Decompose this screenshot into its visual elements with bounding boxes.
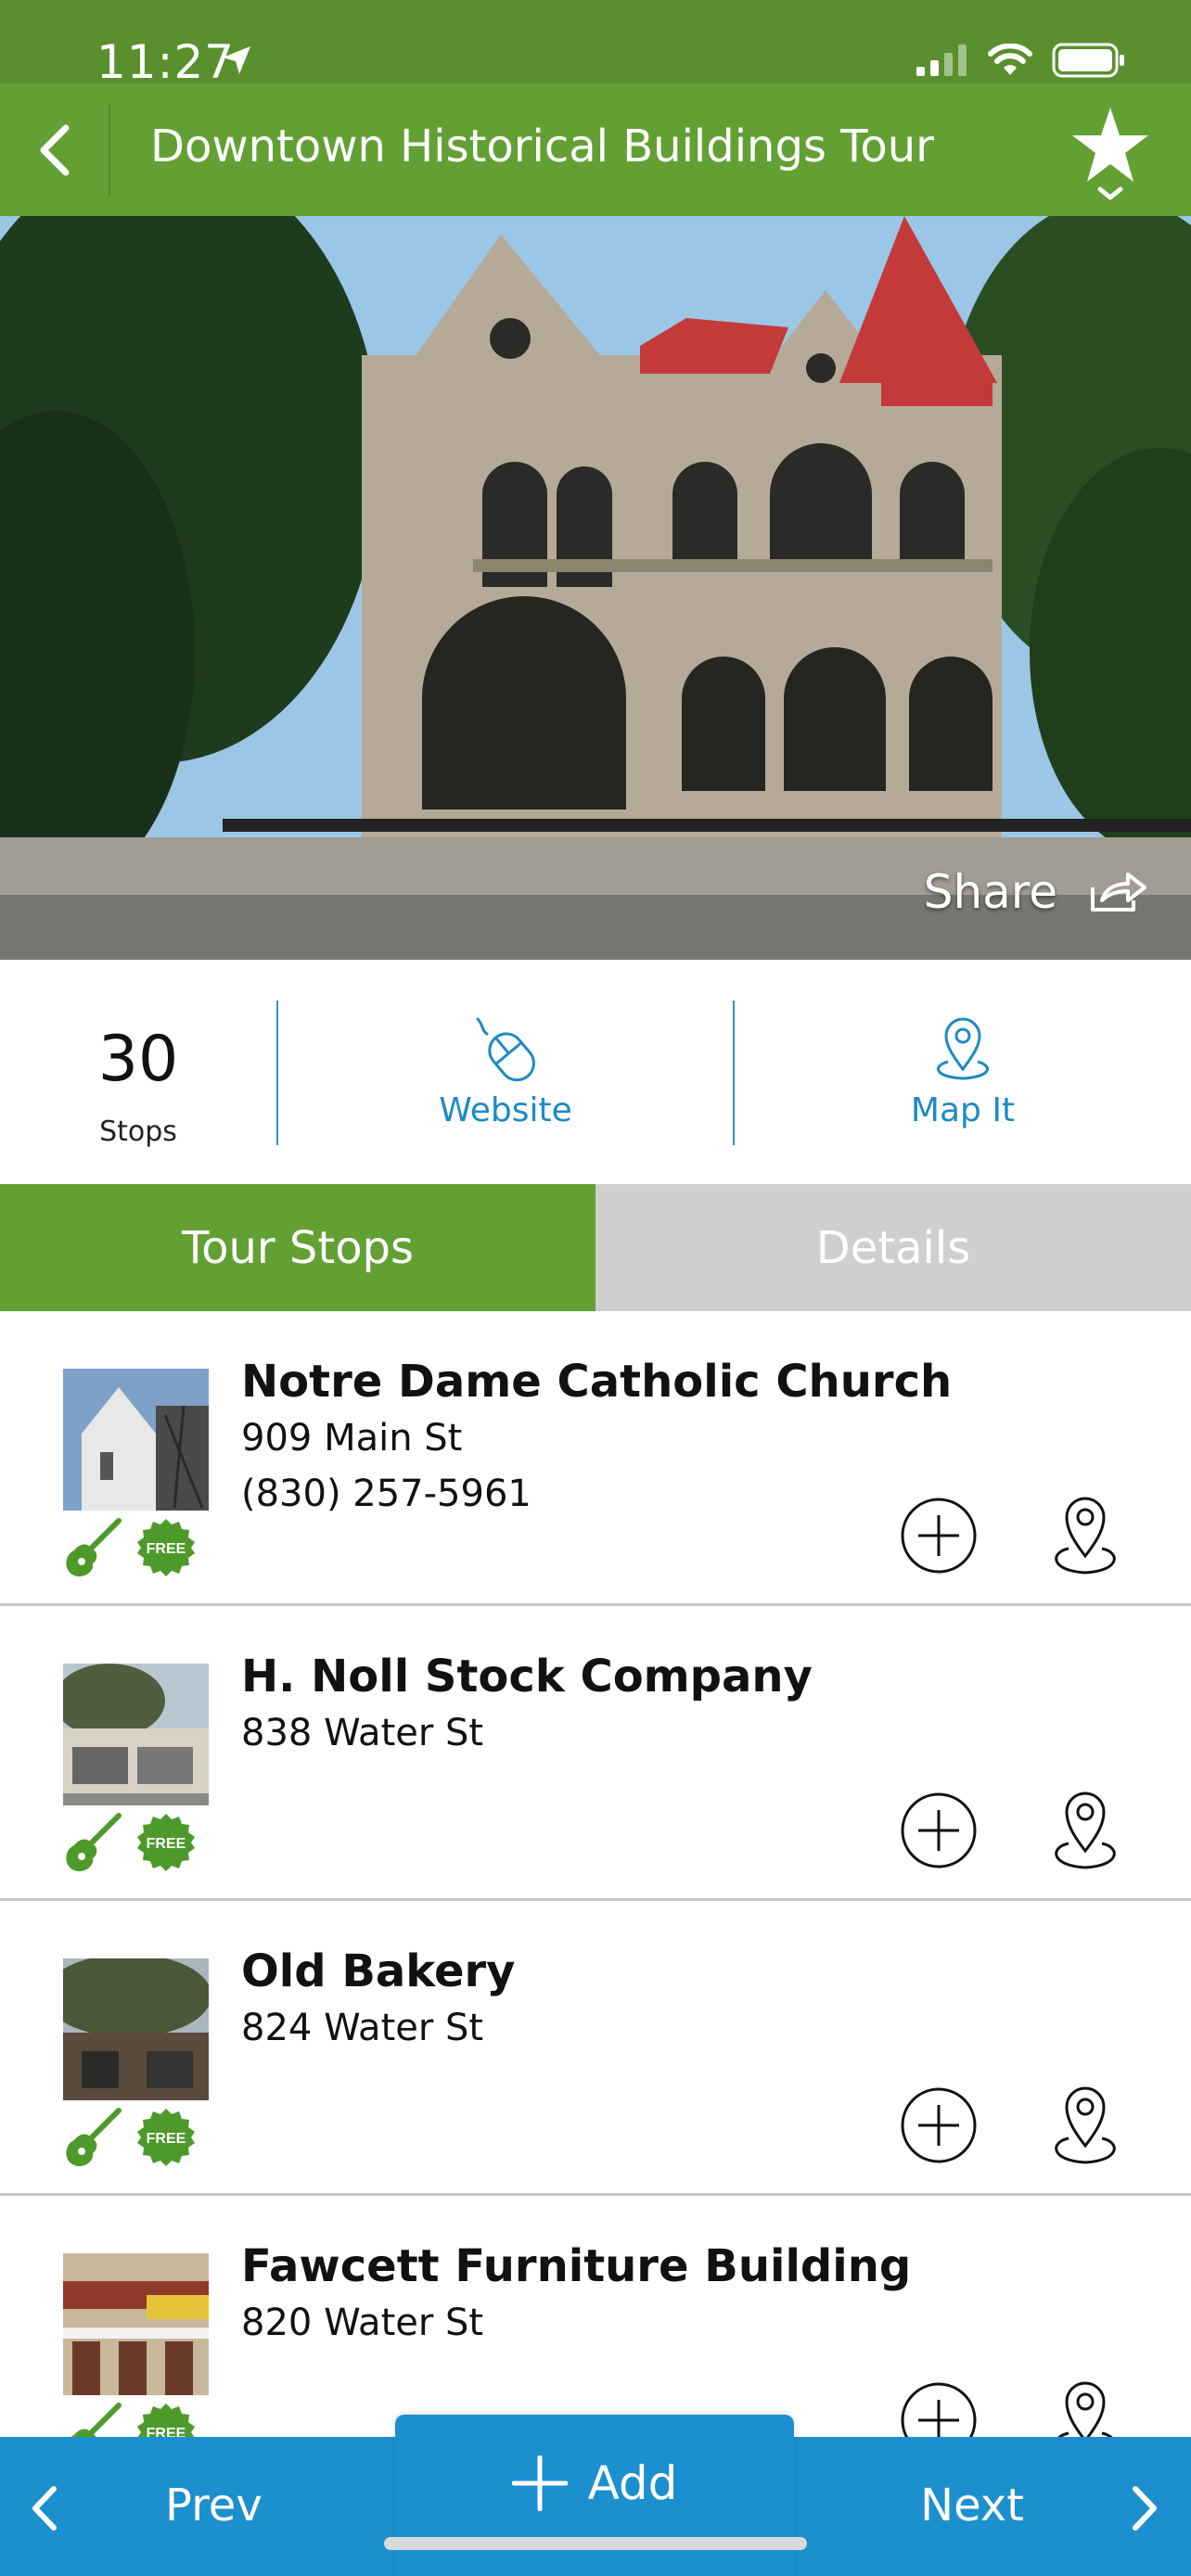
website-label: Website <box>439 1090 572 1129</box>
signal-icon <box>916 45 967 76</box>
share-button[interactable]: Share <box>924 865 1148 919</box>
add-circle-icon[interactable] <box>900 2086 978 2164</box>
chevron-left-icon <box>32 2486 57 2531</box>
stop-badges: FREE <box>61 2107 197 2168</box>
free-badge-text: FREE <box>147 2426 186 2437</box>
stop-thumbnail <box>63 1664 209 1805</box>
stop-thumbnail <box>63 1369 209 1511</box>
guitar-icon <box>66 1518 122 1577</box>
stop-thumbnail <box>63 1958 209 2100</box>
free-badge-icon: FREE <box>137 1814 195 1871</box>
stop-address: 824 Water St <box>241 2007 484 2049</box>
share-icon <box>1091 873 1146 912</box>
add-label: Add <box>587 2456 678 2510</box>
battery-icon <box>1052 43 1124 78</box>
historic-building-photo <box>0 216 1191 960</box>
home-indicator <box>384 2537 807 2550</box>
stats-row: 30 Stops Website Map It <box>0 960 1191 1184</box>
stop-address: 909 Main St <box>241 1417 463 1460</box>
prev-button[interactable]: Prev <box>0 2437 371 2576</box>
bottom-nav: Prev Next Add <box>0 2415 1191 2576</box>
map-it-label: Map It <box>910 1090 1016 1129</box>
map-pin-icon[interactable] <box>1046 1493 1124 1576</box>
stop-address: 820 Water St <box>241 2302 484 2344</box>
map-it-link[interactable]: Map It <box>735 960 1191 1184</box>
share-label: Share <box>923 865 1057 919</box>
stop-address: 838 Water St <box>241 1712 484 1754</box>
add-circle-icon[interactable] <box>900 1792 978 1869</box>
free-badge-text: FREE <box>147 1836 186 1852</box>
stop-phone[interactable]: (830) 257-5961 <box>241 1473 531 1515</box>
map-pin-icon[interactable] <box>1046 2083 1124 2166</box>
free-badge-text: FREE <box>147 1541 186 1557</box>
wifi-icon <box>988 44 1032 75</box>
add-circle-icon[interactable] <box>900 1497 978 1575</box>
chevron-right-icon <box>1133 2486 1157 2531</box>
tab-details[interactable]: Details <box>596 1184 1191 1311</box>
tab-bar: Tour Stops Details <box>0 1184 1191 1311</box>
stop-thumbnail <box>63 2253 209 2395</box>
add-button[interactable]: Add <box>395 2415 794 2576</box>
tour-stops-list: FREE Notre Dame Catholic Church 909 Main… <box>0 1311 1191 2437</box>
tab-tour-stops[interactable]: Tour Stops <box>0 1184 596 1311</box>
free-badge-text: FREE <box>147 2131 186 2147</box>
status-time: 11:27 <box>96 35 236 89</box>
next-label: Next <box>920 2480 1024 2531</box>
hero-image: Share <box>0 216 1191 960</box>
list-item[interactable]: FREE H. Noll Stock Company 838 Water St <box>0 1606 1191 1901</box>
next-button[interactable]: Next <box>820 2437 1191 2576</box>
stop-name: Notre Dame Catholic Church <box>241 1356 953 1408</box>
back-chevron-icon <box>40 124 70 175</box>
list-item[interactable]: FREE Notre Dame Catholic Church 909 Main… <box>0 1311 1191 1606</box>
mouse-icon <box>476 1017 535 1081</box>
map-pin-icon[interactable] <box>1046 2378 1124 2437</box>
guitar-icon <box>70 2403 122 2437</box>
stop-badges: FREE <box>61 1812 197 1873</box>
free-badge-icon: FREE <box>137 1519 195 1576</box>
stop-name: Old Bakery <box>241 1945 516 1997</box>
stop-name: H. Noll Stock Company <box>241 1651 813 1702</box>
guitar-icon <box>66 1813 122 1872</box>
stop-badges: FREE <box>61 1517 197 1578</box>
list-item[interactable]: FREE Fawcett Furniture Building 820 Wate… <box>0 2196 1191 2437</box>
status-icons <box>916 43 1126 78</box>
back-button[interactable] <box>0 83 109 216</box>
stops-count-label: Stops <box>99 1116 177 1148</box>
favorite-button[interactable] <box>1069 102 1152 204</box>
stop-name: Fawcett Furniture Building <box>241 2240 912 2292</box>
header-bar: Downtown Historical Buildings Tour <box>0 83 1191 216</box>
website-link[interactable]: Website <box>278 960 733 1184</box>
status-bar: 11:27 <box>0 0 1191 89</box>
header-divider <box>109 104 110 197</box>
location-arrow-icon <box>223 46 250 74</box>
free-badge-icon: FREE <box>137 2109 195 2166</box>
map-pin-icon <box>937 1017 989 1080</box>
stops-count: 30 <box>97 1023 179 1096</box>
list-item[interactable]: FREE Old Bakery 824 Water St <box>0 1901 1191 2196</box>
add-circle-icon[interactable] <box>900 2381 978 2437</box>
map-pin-icon[interactable] <box>1046 1788 1124 1871</box>
free-badge-icon: FREE <box>137 2404 195 2437</box>
star-icon <box>1072 108 1148 200</box>
stop-badges: FREE <box>61 2402 197 2437</box>
plus-icon <box>511 2455 568 2511</box>
guitar-icon <box>66 2108 122 2167</box>
prev-label: Prev <box>165 2480 263 2531</box>
page-title: Downtown Historical Buildings Tour <box>150 121 934 172</box>
